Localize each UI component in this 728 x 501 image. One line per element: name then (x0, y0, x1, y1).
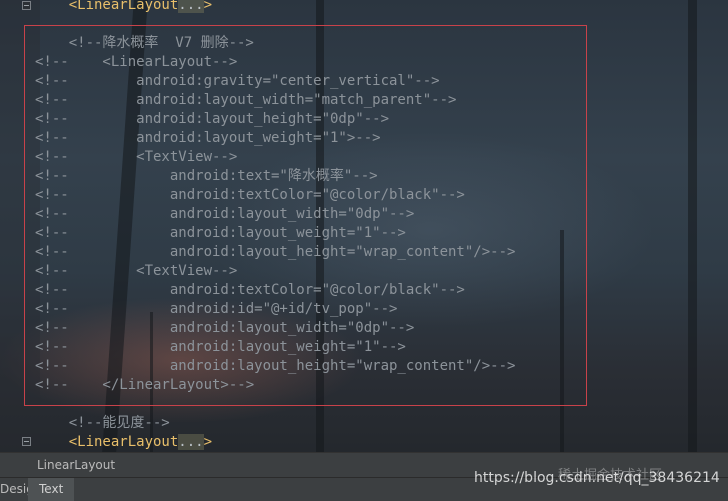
tab-text[interactable]: Text (28, 478, 75, 501)
code-token: <!-- android:id="@+id/tv_pop"--> (35, 301, 398, 317)
folded-region-token[interactable]: ... (178, 0, 204, 13)
code-token: <!-- android:textColor="@color/black"--> (35, 187, 465, 203)
code-line: <!-- android:layout_width="match_parent"… (35, 91, 456, 110)
watermark-community: 稀土掘金技术社区 (558, 468, 663, 483)
code-line: <!-- android:layout_height="0dp"--> (35, 110, 389, 129)
code-line: <LinearLayout...> (35, 0, 212, 15)
code-token: <!-- <LinearLayout--> (35, 54, 238, 70)
xml-tag-token: <LinearLayout (68, 434, 179, 450)
code-editor[interactable]: <LinearLayout...> <!--降水概率 V7 删除--> <!-- … (0, 0, 728, 452)
code-line: <!-- android:layout_height="wrap_content… (35, 243, 515, 262)
folded-region-token[interactable]: ... (178, 434, 204, 450)
code-token: <!-- <TextView--> (35, 149, 238, 165)
code-line: <!-- android:text="降水概率"--> (35, 167, 378, 186)
code-line: <!-- android:textColor="@color/black"--> (35, 281, 465, 300)
code-line: <LinearLayout...> (35, 433, 212, 452)
code-token: <!-- android:layout_height="wrap_content… (35, 358, 516, 374)
code-token: <!--能见度--> (35, 415, 170, 431)
code-token: <!-- android:text="降水概率"--> (35, 168, 378, 184)
code-token: <!-- android:textColor="@color/black"--> (35, 282, 465, 298)
code-line: <!--能见度--> (35, 414, 170, 433)
code-line: <!-- android:textColor="@color/black"--> (35, 186, 465, 205)
code-line: <!-- android:layout_width="0dp"--> (35, 319, 414, 338)
code-token: <!-- android:layout_height="wrap_content… (35, 244, 516, 260)
code-line: <!-- </LinearLayout>--> (35, 376, 254, 395)
code-token: <!-- android:layout_width="0dp"--> (35, 320, 415, 336)
code-line: <!--降水概率 V7 删除--> (35, 34, 254, 53)
code-token: <!-- android:layout_width="0dp"--> (35, 206, 415, 222)
breadcrumb-item[interactable]: LinearLayout (37, 458, 115, 472)
watermark: https://blog.csdn.net/qq_38436214 稀土掘金技术… (474, 468, 720, 486)
code-token: <!-- android:layout_weight="1"--> (35, 225, 406, 241)
code-line: <!-- android:layout_weight="1"--> (35, 224, 406, 243)
code-token: <!-- android:layout_weight="1">--> (35, 130, 381, 146)
xml-tag-token: <LinearLayout (68, 0, 179, 13)
code-line: <!-- <LinearLayout--> (35, 53, 237, 72)
code-token: <!-- <TextView--> (35, 263, 238, 279)
code-token: <!-- android:layout_height="0dp"--> (35, 111, 390, 127)
code-line: <!-- <TextView--> (35, 148, 237, 167)
code-line: <!-- android:id="@+id/tv_pop"--> (35, 300, 397, 319)
xml-tag-token: > (203, 434, 213, 450)
code-token: <!--降水概率 V7 删除--> (35, 35, 254, 51)
code-line: <!-- android:layout_weight="1"--> (35, 338, 406, 357)
code-token: <!-- android:layout_width="match_parent"… (35, 92, 457, 108)
xml-tag-token: > (203, 0, 213, 13)
code-token: <!-- android:layout_weight="1"--> (35, 339, 406, 355)
code-line: <!-- android:layout_weight="1">--> (35, 129, 381, 148)
code-line: <!-- android:gravity="center_vertical"--… (35, 72, 440, 91)
code-line: <!-- android:layout_width="0dp"--> (35, 205, 414, 224)
code-token: <!-- </LinearLayout>--> (35, 377, 255, 393)
code-token: <!-- android:gravity="center_vertical"--… (35, 73, 440, 89)
code-line: <!-- android:layout_height="wrap_content… (35, 357, 515, 376)
code-line: <!-- <TextView--> (35, 262, 237, 281)
